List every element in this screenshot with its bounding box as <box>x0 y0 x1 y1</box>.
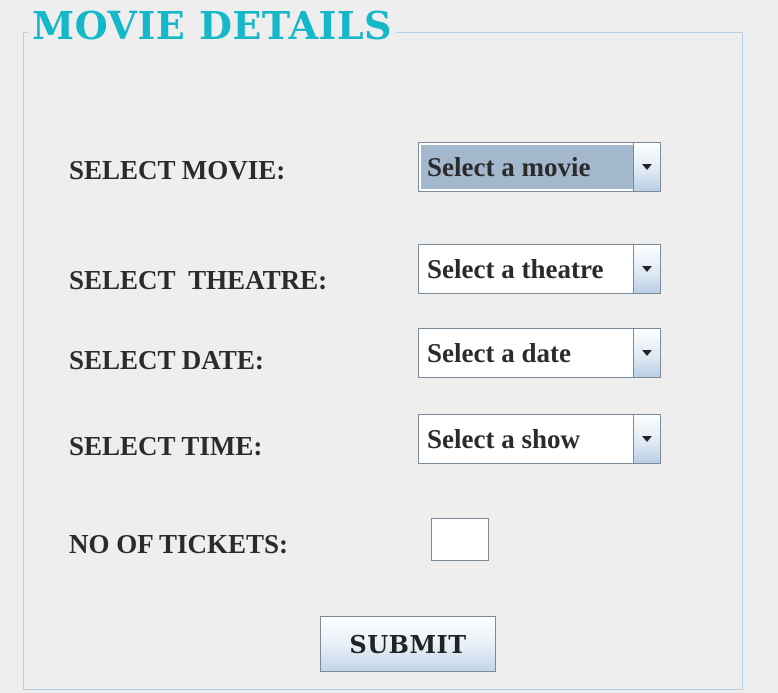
chevron-down-icon <box>642 266 652 272</box>
panel-title: MOVIE DETAILS <box>28 2 396 50</box>
select-date-label: SELECT DATE: <box>69 345 264 375</box>
select-time-label: SELECT TIME: <box>69 431 263 461</box>
chevron-down-icon <box>642 164 652 170</box>
chevron-down-icon <box>642 350 652 356</box>
time-select-arrow[interactable] <box>633 415 660 463</box>
movie-select-value: Select a movie <box>421 145 633 189</box>
date-select-arrow[interactable] <box>633 329 660 377</box>
select-theatre-label: SELECT THEATRE: <box>69 265 328 295</box>
movie-select[interactable]: Select a movie <box>418 142 661 192</box>
time-select[interactable]: Select a show <box>418 414 661 464</box>
tickets-input[interactable] <box>431 518 489 561</box>
submit-button[interactable]: SUBMIT <box>320 616 496 672</box>
theatre-select-value: Select a theatre <box>427 254 604 284</box>
date-select[interactable]: Select a date <box>418 328 661 378</box>
date-select-value: Select a date <box>427 338 571 368</box>
movie-select-arrow[interactable] <box>633 143 660 191</box>
tickets-label: NO OF TICKETS: <box>69 529 289 559</box>
theatre-select-arrow[interactable] <box>633 245 660 293</box>
theatre-select[interactable]: Select a theatre <box>418 244 661 294</box>
time-select-value: Select a show <box>427 424 580 454</box>
chevron-down-icon <box>642 436 652 442</box>
select-movie-label: SELECT MOVIE: <box>69 155 286 185</box>
